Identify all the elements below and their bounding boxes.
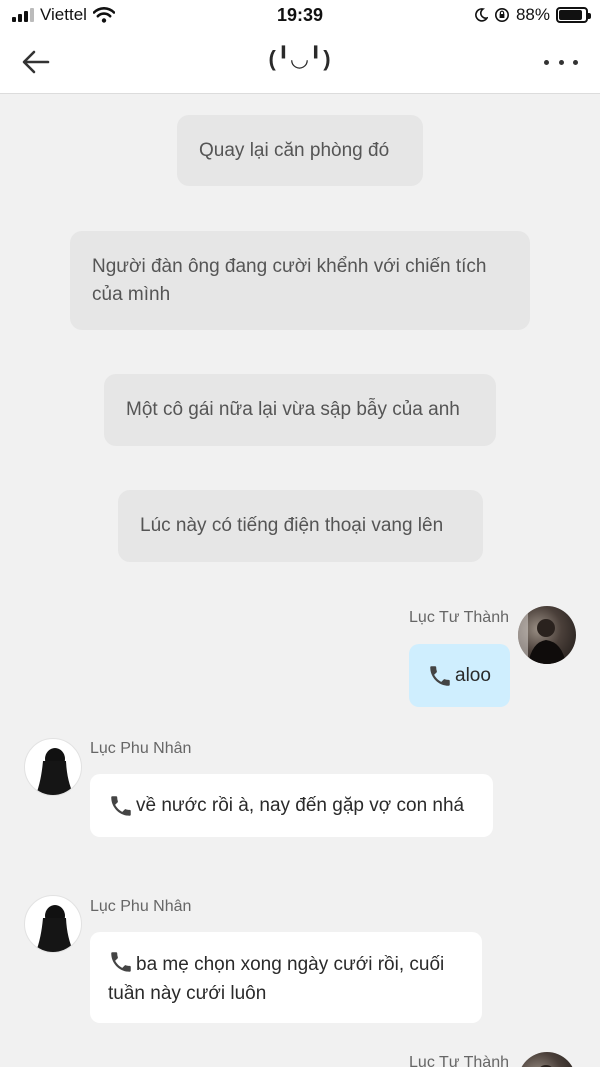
message-text: về nước rồi à, nay đến gặp vợ con nhá	[136, 795, 465, 816]
person-photo-icon	[540, 1065, 552, 1067]
avatar[interactable]	[518, 1052, 576, 1067]
phone-icon	[430, 665, 450, 686]
chat-title: (╹◡╹)	[268, 46, 332, 71]
sender-name: Lục Phu Nhân	[90, 898, 192, 915]
battery-percent: 88%	[515, 5, 550, 24]
message-content: ba mẹ chọn xong ngày cưới rồi, cuối tuần…	[108, 949, 464, 1008]
narration-bubble: Lúc này có tiếng điện thoại vang lên	[118, 490, 483, 562]
message-text: ba mẹ chọn xong ngày cưới rồi, cuối tuần…	[108, 954, 445, 1004]
battery-icon	[556, 7, 591, 23]
chat-header: (╹◡╹)	[0, 32, 600, 94]
narration-text: Lúc này có tiếng điện thoại vang lên	[140, 515, 444, 536]
silhouette-icon	[35, 748, 74, 795]
avatar[interactable]	[24, 895, 82, 953]
sender-name: Lục Tư Thành	[409, 1054, 509, 1067]
moon-icon	[475, 8, 488, 22]
battery-level	[559, 10, 582, 20]
orientation-lock-icon	[494, 8, 509, 22]
more-dots-icon[interactable]	[544, 50, 578, 74]
narration-text: Người đàn ông đang cười khểnh với chiến …	[92, 255, 487, 305]
message-text: aloo	[455, 665, 491, 686]
message-bubble[interactable]: aloo	[409, 644, 510, 707]
message-bubble[interactable]: ba mẹ chọn xong ngày cưới rồi, cuối tuần…	[90, 932, 482, 1023]
phone-icon	[111, 952, 131, 972]
sender-name: Lục Phu Nhân	[90, 740, 192, 757]
narration-bubble: Người đàn ông đang cười khểnh với chiến …	[70, 231, 530, 330]
status-bar: Viettel 19:39 88%	[0, 0, 600, 32]
narration-bubble: Một cô gái nữa lại vừa sập bẫy của anh	[104, 374, 496, 446]
phone-icon	[111, 795, 131, 816]
sender-name: Lục Tư Thành	[409, 609, 509, 626]
silhouette-icon	[35, 905, 74, 952]
narration-bubble: Quay lại căn phòng đó	[177, 115, 423, 186]
message-bubble[interactable]: về nước rồi à, nay đến gặp vợ con nhá	[90, 774, 493, 837]
narration-text: Quay lại căn phòng đó	[199, 139, 390, 161]
avatar[interactable]	[24, 738, 82, 796]
person-photo-icon	[518, 606, 566, 664]
status-right: 88%	[474, 5, 591, 25]
narration-text: Một cô gái nữa lại vừa sập bẫy của anh	[126, 399, 460, 420]
avatar[interactable]	[518, 606, 576, 664]
